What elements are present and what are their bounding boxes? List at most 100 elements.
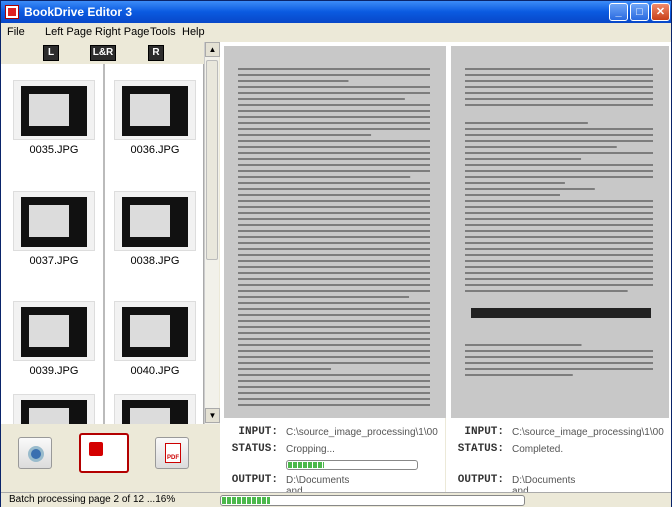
page-text-line: [238, 122, 430, 124]
thumbnail-item-partial[interactable]: [13, 394, 95, 424]
both-pages-tag[interactable]: L&R: [90, 45, 116, 61]
maximize-button[interactable]: □: [630, 3, 649, 21]
page-text-line: [238, 128, 430, 130]
page-text-line: [465, 230, 653, 232]
page-text-line: [465, 188, 595, 190]
page-text-line: [465, 92, 653, 94]
status-bar-text: Batch processing page 2 of 12 ...16%: [9, 494, 176, 505]
input-value: C:\source_image_processing\1\00: [286, 427, 438, 438]
thumbnail-item[interactable]: 0040.JPG: [114, 301, 196, 377]
page-text-line: [238, 320, 430, 322]
page-text-line: [238, 392, 430, 394]
page-text-line: [238, 158, 430, 160]
page-text-line: [465, 350, 653, 352]
menu-left-page[interactable]: Left Page: [45, 26, 92, 38]
page-text-line: [238, 284, 430, 286]
page-text-line: [465, 224, 653, 226]
pdf-icon: PDF: [165, 443, 181, 463]
thumbnail-item[interactable]: 0039.JPG: [13, 301, 95, 377]
menu-tools[interactable]: Tools: [150, 26, 176, 38]
page-text-line: [465, 152, 653, 154]
status-value: Completed.: [512, 444, 564, 455]
page-text-line: [238, 308, 430, 310]
thumbnail-scrollbar[interactable]: ▲ ▼: [204, 42, 220, 424]
window-title: BookDrive Editor 3: [24, 5, 133, 19]
title-bar[interactable]: BookDrive Editor 3 _ □ ✕: [1, 1, 671, 23]
page-text-line: [238, 182, 430, 184]
page-text-line: [238, 326, 430, 328]
status-key: STATUS:: [457, 443, 504, 455]
output-key: OUTPUT:: [231, 474, 278, 486]
page-text-line: [238, 170, 430, 172]
thumbnail-item[interactable]: 0035.JPG: [13, 80, 95, 156]
thumbnail-label: 0037.JPG: [29, 255, 79, 267]
page-text-line: [465, 374, 573, 376]
right-page-image[interactable]: [451, 46, 669, 418]
minimize-button[interactable]: _: [609, 3, 628, 21]
page-text-line: [465, 248, 653, 250]
page-text-line: [238, 188, 430, 190]
input-value: C:\source_image_processing\1\00: [512, 427, 664, 438]
page-text-line: [238, 146, 430, 148]
page-text-line: [465, 218, 653, 220]
page-text-line: [465, 206, 653, 208]
page-text-line: [238, 368, 332, 370]
page-selector: L L&R R: [1, 42, 221, 64]
scroll-up-arrow-icon[interactable]: ▲: [205, 42, 220, 57]
page-text-line: [238, 200, 430, 202]
thumbnail-item[interactable]: 0038.JPG: [114, 191, 196, 267]
app-window: BookDrive Editor 3 _ □ ✕ File Left Page …: [0, 0, 672, 507]
page-text-line: [465, 194, 560, 196]
left-page-tag[interactable]: L: [43, 45, 59, 61]
page-text-line: [238, 404, 430, 406]
menu-file[interactable]: File: [7, 26, 25, 38]
page-text-line: [238, 272, 430, 274]
page-text-line: [465, 158, 582, 160]
page-text-line: [465, 134, 653, 136]
page-text-line: [465, 146, 617, 148]
page-text-line: [465, 368, 653, 370]
page-text-line: [465, 80, 653, 82]
right-page-tag[interactable]: R: [148, 45, 164, 61]
settings-button[interactable]: [18, 437, 52, 469]
menu-help[interactable]: Help: [182, 26, 205, 38]
page-text-line: [238, 338, 430, 340]
page-text-line: [465, 140, 653, 142]
left-page-image[interactable]: [224, 46, 446, 418]
page-text-line: [238, 332, 430, 334]
close-button[interactable]: ✕: [651, 3, 670, 21]
thumbnail-item[interactable]: 0036.JPG: [114, 80, 196, 156]
thumbnail-label: 0038.JPG: [130, 255, 180, 267]
thumbnail-item-partial[interactable]: [114, 394, 196, 424]
page-text-line: [238, 110, 430, 112]
page-text-line: [238, 266, 430, 268]
export-pdf-button[interactable]: PDF: [155, 437, 189, 469]
page-text-line: [465, 74, 653, 76]
right-page-info: INPUT: C:\source_image_processing\1\00 S…: [446, 418, 671, 497]
thumbnail-divider: [103, 64, 105, 424]
page-text-line: [238, 248, 430, 250]
page-text-line: [238, 374, 430, 376]
right-page-text-render: [465, 68, 653, 376]
thumbnail-item[interactable]: 0037.JPG: [13, 191, 95, 267]
page-text-line: [465, 200, 653, 202]
scroll-down-arrow-icon[interactable]: ▼: [205, 408, 220, 423]
stop-button[interactable]: [79, 433, 129, 473]
page-text-line: [238, 98, 405, 100]
page-text-line: [238, 92, 430, 94]
scroll-thumb[interactable]: [206, 60, 218, 260]
page-text-line: [238, 206, 430, 208]
input-key: INPUT:: [238, 426, 278, 438]
app-icon: [5, 5, 19, 19]
menu-right-page[interactable]: Right Page: [95, 26, 149, 38]
page-text-line: [465, 128, 653, 130]
status-bar: Batch processing page 2 of 12 ...16%: [1, 492, 671, 507]
thumbnail-panel: 0035.JPG 0036.JPG 0037.JPG 0038.JPG 0039…: [1, 64, 204, 424]
thumbnail-image: [114, 301, 196, 361]
page-text-line: [238, 164, 430, 166]
page-text-line: [238, 356, 430, 358]
page-text-line: [238, 254, 430, 256]
thumbnail-image: [13, 394, 95, 424]
page-text-line: [238, 242, 430, 244]
thumbnail-image: [114, 191, 196, 251]
